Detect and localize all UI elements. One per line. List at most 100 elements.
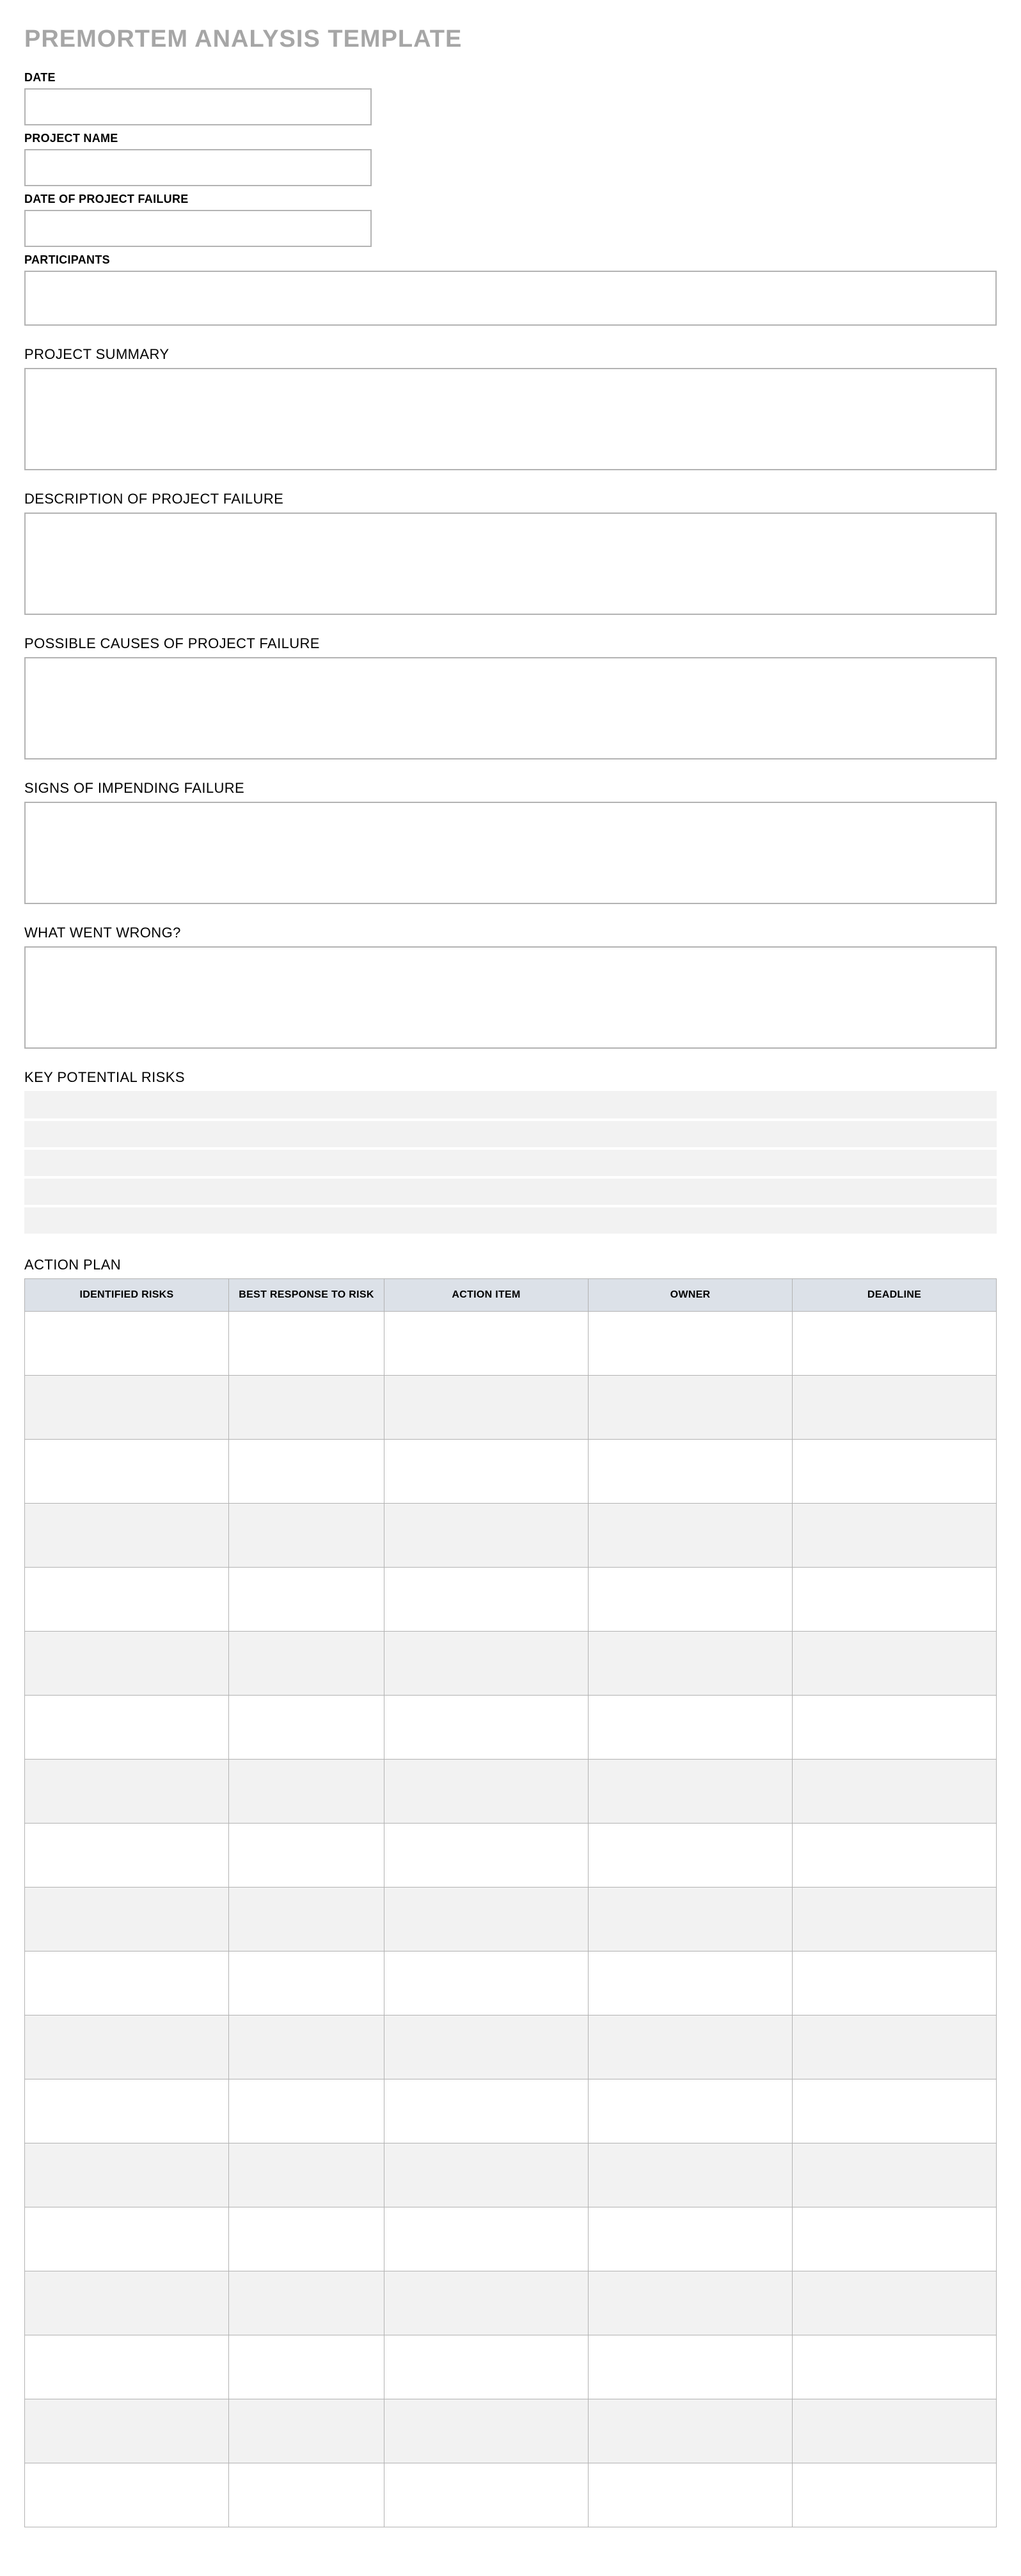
- action-plan-cell[interactable]: [384, 2271, 589, 2335]
- action-plan-cell[interactable]: [25, 1952, 229, 2015]
- action-plan-cell[interactable]: [589, 1696, 793, 1760]
- action-plan-cell[interactable]: [25, 2207, 229, 2271]
- action-plan-cell[interactable]: [589, 2399, 793, 2463]
- action-plan-cell[interactable]: [589, 2207, 793, 2271]
- action-plan-cell[interactable]: [25, 1888, 229, 1952]
- action-plan-cell[interactable]: [792, 1824, 996, 1888]
- key-risk-row[interactable]: [24, 1091, 997, 1120]
- action-plan-cell[interactable]: [792, 2399, 996, 2463]
- date-input[interactable]: [24, 88, 372, 125]
- action-plan-cell[interactable]: [228, 2399, 384, 2463]
- action-plan-cell[interactable]: [792, 2079, 996, 2143]
- action-plan-cell[interactable]: [792, 1440, 996, 1504]
- action-plan-cell[interactable]: [384, 2399, 589, 2463]
- action-plan-cell[interactable]: [589, 1376, 793, 1440]
- action-plan-cell[interactable]: [589, 1952, 793, 2015]
- action-plan-cell[interactable]: [228, 1824, 384, 1888]
- action-plan-cell[interactable]: [792, 1632, 996, 1696]
- action-plan-cell[interactable]: [228, 2143, 384, 2207]
- action-plan-cell[interactable]: [792, 2207, 996, 2271]
- action-plan-cell[interactable]: [792, 2271, 996, 2335]
- action-plan-cell[interactable]: [589, 2271, 793, 2335]
- possible-causes-input[interactable]: [24, 657, 997, 759]
- action-plan-cell[interactable]: [589, 1568, 793, 1632]
- action-plan-cell[interactable]: [228, 1888, 384, 1952]
- action-plan-cell[interactable]: [384, 1888, 589, 1952]
- action-plan-cell[interactable]: [384, 1952, 589, 2015]
- action-plan-cell[interactable]: [384, 1312, 589, 1376]
- action-plan-cell[interactable]: [792, 1888, 996, 1952]
- action-plan-cell[interactable]: [25, 1312, 229, 1376]
- action-plan-cell[interactable]: [384, 1824, 589, 1888]
- action-plan-cell[interactable]: [228, 1440, 384, 1504]
- action-plan-cell[interactable]: [792, 1376, 996, 1440]
- action-plan-cell[interactable]: [384, 1376, 589, 1440]
- action-plan-cell[interactable]: [228, 2015, 384, 2079]
- action-plan-cell[interactable]: [384, 1568, 589, 1632]
- action-plan-cell[interactable]: [589, 2335, 793, 2399]
- key-risk-row[interactable]: [24, 1149, 997, 1177]
- action-plan-cell[interactable]: [589, 2079, 793, 2143]
- signs-impending-input[interactable]: [24, 802, 997, 904]
- what-went-wrong-input[interactable]: [24, 946, 997, 1049]
- action-plan-cell[interactable]: [228, 2335, 384, 2399]
- action-plan-cell[interactable]: [384, 1504, 589, 1568]
- action-plan-cell[interactable]: [589, 1632, 793, 1696]
- participants-input[interactable]: [24, 271, 997, 326]
- action-plan-cell[interactable]: [384, 2143, 589, 2207]
- action-plan-cell[interactable]: [25, 2399, 229, 2463]
- action-plan-cell[interactable]: [589, 2143, 793, 2207]
- action-plan-cell[interactable]: [25, 2335, 229, 2399]
- action-plan-cell[interactable]: [792, 1312, 996, 1376]
- action-plan-cell[interactable]: [384, 2335, 589, 2399]
- action-plan-cell[interactable]: [589, 1312, 793, 1376]
- action-plan-cell[interactable]: [25, 1440, 229, 1504]
- action-plan-cell[interactable]: [228, 2463, 384, 2527]
- action-plan-cell[interactable]: [25, 1632, 229, 1696]
- action-plan-cell[interactable]: [25, 1504, 229, 1568]
- action-plan-cell[interactable]: [384, 1440, 589, 1504]
- action-plan-cell[interactable]: [589, 1504, 793, 1568]
- description-failure-input[interactable]: [24, 513, 997, 615]
- action-plan-cell[interactable]: [384, 2207, 589, 2271]
- action-plan-cell[interactable]: [25, 1376, 229, 1440]
- action-plan-cell[interactable]: [384, 2015, 589, 2079]
- action-plan-cell[interactable]: [792, 1568, 996, 1632]
- action-plan-cell[interactable]: [228, 1376, 384, 1440]
- action-plan-cell[interactable]: [384, 1760, 589, 1824]
- action-plan-cell[interactable]: [589, 1824, 793, 1888]
- action-plan-cell[interactable]: [25, 1760, 229, 1824]
- action-plan-cell[interactable]: [589, 1440, 793, 1504]
- action-plan-cell[interactable]: [25, 2079, 229, 2143]
- key-risk-row[interactable]: [24, 1120, 997, 1149]
- action-plan-cell[interactable]: [589, 2463, 793, 2527]
- action-plan-cell[interactable]: [384, 1632, 589, 1696]
- action-plan-cell[interactable]: [25, 2271, 229, 2335]
- action-plan-cell[interactable]: [228, 1696, 384, 1760]
- action-plan-cell[interactable]: [25, 1696, 229, 1760]
- action-plan-cell[interactable]: [228, 2079, 384, 2143]
- action-plan-cell[interactable]: [792, 2015, 996, 2079]
- action-plan-cell[interactable]: [792, 1696, 996, 1760]
- action-plan-cell[interactable]: [384, 2463, 589, 2527]
- action-plan-cell[interactable]: [25, 1824, 229, 1888]
- action-plan-cell[interactable]: [228, 1632, 384, 1696]
- action-plan-cell[interactable]: [792, 1952, 996, 2015]
- key-risk-row[interactable]: [24, 1206, 997, 1235]
- action-plan-cell[interactable]: [792, 2143, 996, 2207]
- action-plan-cell[interactable]: [792, 1504, 996, 1568]
- action-plan-cell[interactable]: [25, 1568, 229, 1632]
- action-plan-cell[interactable]: [228, 1568, 384, 1632]
- action-plan-cell[interactable]: [228, 1504, 384, 1568]
- action-plan-cell[interactable]: [384, 1696, 589, 1760]
- action-plan-cell[interactable]: [228, 1760, 384, 1824]
- action-plan-cell[interactable]: [589, 1760, 793, 1824]
- action-plan-cell[interactable]: [589, 2015, 793, 2079]
- project-name-input[interactable]: [24, 149, 372, 186]
- action-plan-cell[interactable]: [792, 2335, 996, 2399]
- action-plan-cell[interactable]: [792, 2463, 996, 2527]
- action-plan-cell[interactable]: [25, 2143, 229, 2207]
- action-plan-cell[interactable]: [228, 2271, 384, 2335]
- key-risk-row[interactable]: [24, 1177, 997, 1206]
- action-plan-cell[interactable]: [25, 2463, 229, 2527]
